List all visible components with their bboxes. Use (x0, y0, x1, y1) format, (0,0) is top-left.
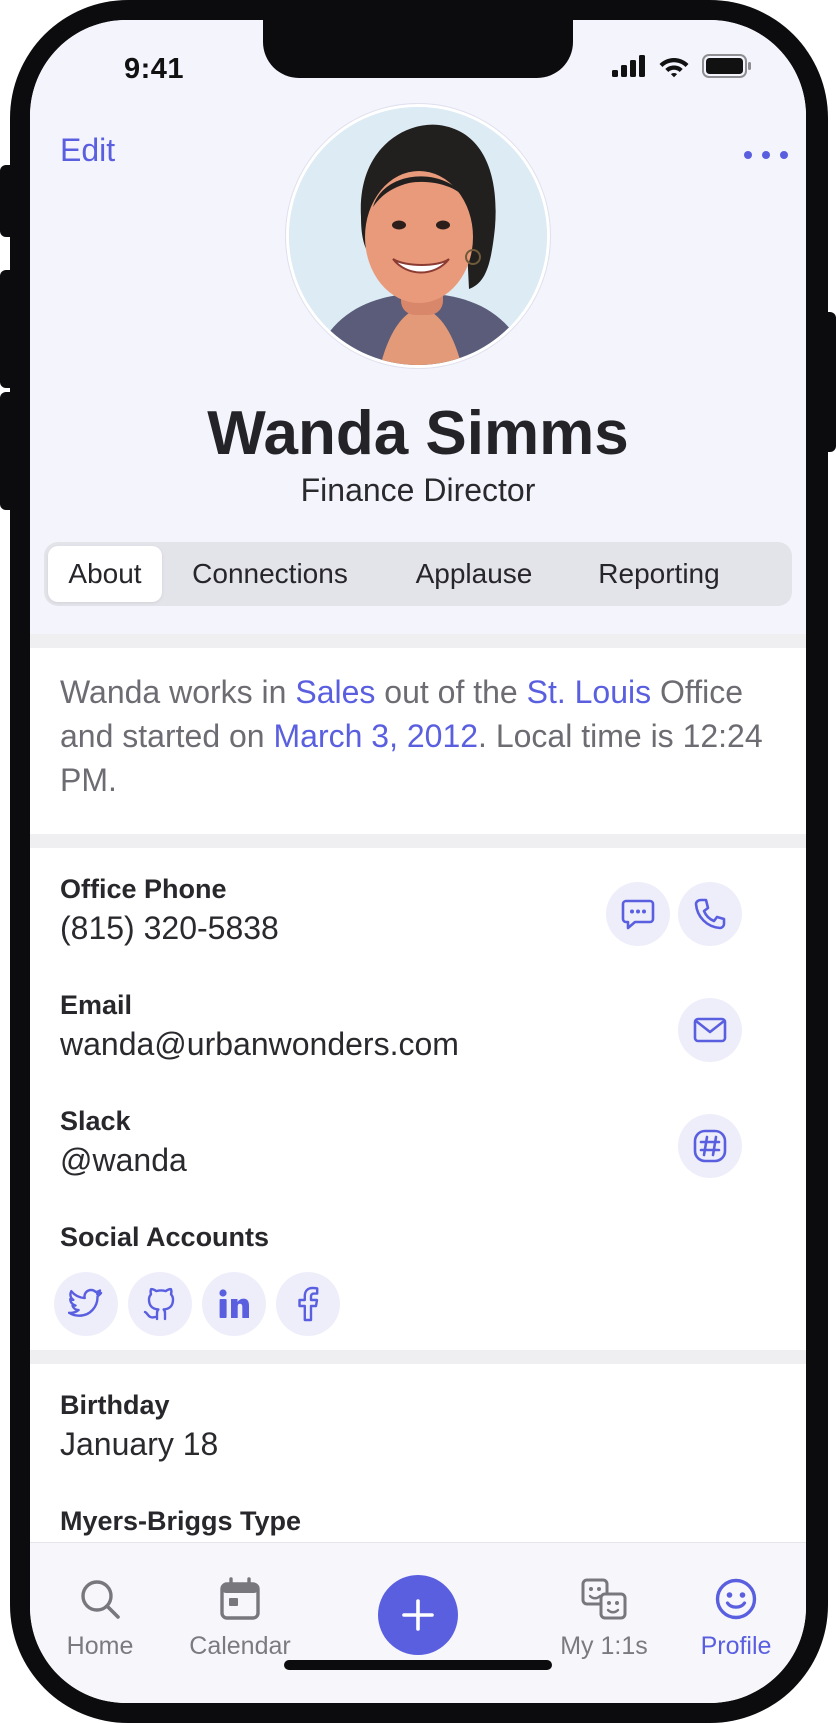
nav-my-1on1s-label: My 1:1s (560, 1632, 648, 1660)
wifi-icon (659, 58, 689, 78)
nav-profile-label: Profile (700, 1632, 772, 1660)
nav-calendar[interactable]: Calendar (170, 1577, 310, 1661)
office-phone-value[interactable]: (815) 320-5838 (60, 910, 279, 947)
about-text: out of the (375, 674, 527, 710)
myers-briggs-label: Myers-Briggs Type (60, 1506, 302, 1536)
mute-switch (0, 165, 14, 237)
calendar-icon (220, 1577, 260, 1620)
section-divider (30, 834, 806, 848)
email-label: Email (60, 990, 133, 1020)
smiley-icon (715, 1578, 757, 1620)
facebook-icon (298, 1286, 319, 1322)
facebook-button[interactable] (276, 1272, 340, 1336)
start-date-link[interactable]: March 3, 2012 (273, 718, 478, 754)
tab-about[interactable]: About (48, 546, 162, 602)
twitter-button[interactable] (54, 1272, 118, 1336)
github-icon (143, 1287, 175, 1321)
slack-label: Slack (60, 1106, 131, 1136)
plus-icon (402, 1599, 434, 1631)
status-time: 9:41 (124, 53, 185, 85)
avatar (286, 104, 550, 368)
github-button[interactable] (128, 1272, 192, 1336)
nav-calendar-label: Calendar (189, 1632, 291, 1660)
nav-my-1on1s[interactable]: My 1:1s (534, 1577, 674, 1661)
email-value[interactable]: wanda@urbanwonders.com (60, 1026, 459, 1063)
more-options-icon[interactable] (744, 140, 788, 170)
avatar-portrait (289, 107, 547, 365)
about-text: Wanda works in (60, 674, 296, 710)
envelope-icon (693, 1017, 727, 1043)
more-dot (780, 151, 788, 159)
section-divider (30, 1350, 806, 1364)
linkedin-button[interactable] (202, 1272, 266, 1336)
battery-icon (702, 54, 751, 78)
birthday-value: January 18 (60, 1426, 219, 1462)
twitter-icon (68, 1288, 103, 1317)
one-on-one-faces-icon (581, 1578, 627, 1620)
slack-value[interactable]: @wanda (60, 1142, 187, 1179)
phone-icon (694, 898, 726, 930)
profile-tabs: About Connections Applause Reporting (44, 542, 792, 606)
email-button[interactable] (678, 998, 742, 1062)
status-icons (612, 54, 752, 78)
volume-up-button (0, 270, 14, 388)
edit-button[interactable]: Edit (60, 132, 115, 169)
notch (263, 20, 573, 78)
section-divider (30, 634, 806, 648)
nav-home[interactable]: Home (30, 1577, 170, 1661)
bottom-nav: Home Calendar My 1:1s Profile (30, 1542, 806, 1703)
call-button[interactable] (678, 882, 742, 946)
tab-connections[interactable]: Connections (162, 546, 378, 602)
chat-bubble-icon (621, 899, 655, 930)
slack-icon (693, 1129, 727, 1163)
profile-job-title: Finance Director (300, 472, 536, 508)
more-dot (762, 151, 770, 159)
office-phone-label: Office Phone (60, 874, 227, 904)
cellular-signal-icon (612, 55, 645, 77)
home-indicator (284, 1660, 552, 1670)
social-accounts-label: Social Accounts (60, 1222, 270, 1252)
slack-button[interactable] (678, 1114, 742, 1178)
office-link[interactable]: St. Louis (527, 674, 652, 710)
volume-down-button (0, 392, 14, 510)
linkedin-icon (219, 1289, 249, 1318)
nav-home-label: Home (66, 1632, 134, 1660)
add-button[interactable] (378, 1575, 458, 1655)
birthday-label: Birthday (60, 1390, 170, 1420)
department-link[interactable]: Sales (295, 674, 375, 710)
about-summary: Wanda works in Sales out of the St. Loui… (60, 670, 770, 802)
tab-reporting[interactable]: Reporting (570, 546, 748, 602)
more-dot (744, 151, 752, 159)
profile-name: Wanda Simms (207, 399, 629, 468)
tab-applause[interactable]: Applause (378, 546, 570, 602)
search-icon (81, 1580, 120, 1619)
power-button (822, 312, 836, 452)
screen: 9:41 Edit Wanda Simms Finance Director A… (30, 20, 806, 1703)
nav-profile[interactable]: Profile (666, 1577, 806, 1661)
message-button[interactable] (606, 882, 670, 946)
